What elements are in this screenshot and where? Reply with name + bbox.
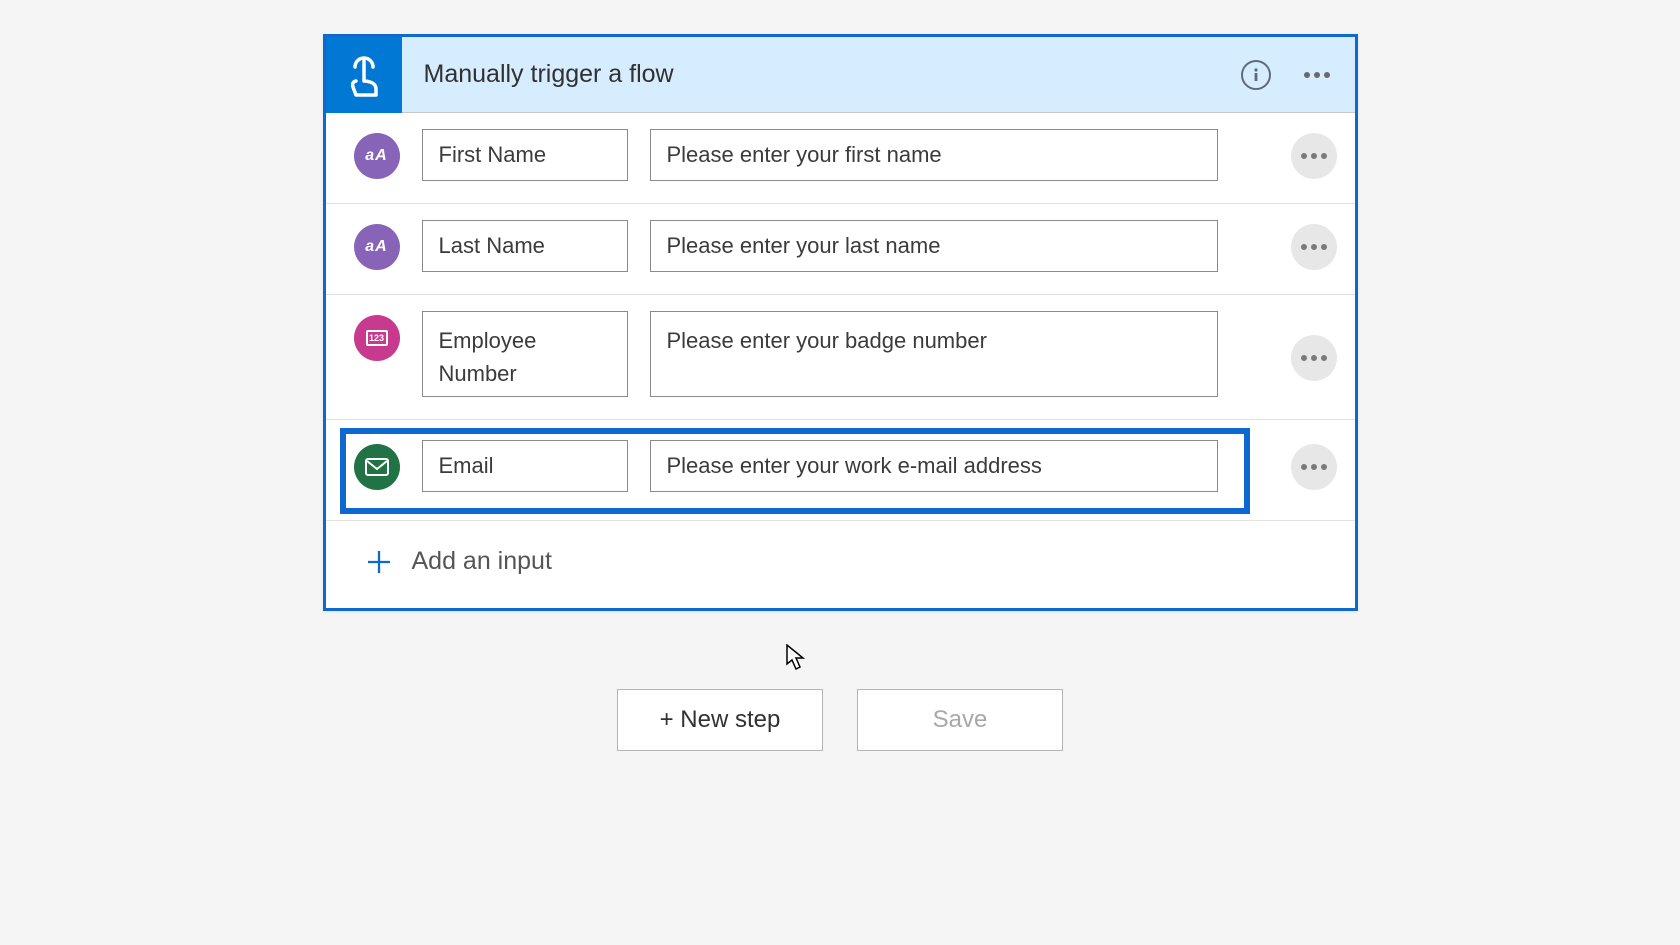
input-name-field[interactable]: [422, 129, 628, 181]
trigger-header[interactable]: Manually trigger a flow: [326, 37, 1355, 113]
info-icon[interactable]: [1241, 60, 1271, 90]
text-type-icon: aA: [354, 224, 400, 270]
text-type-icon: aA: [354, 133, 400, 179]
touch-icon: [342, 51, 386, 99]
input-name-field[interactable]: [422, 440, 628, 492]
input-more-icon[interactable]: [1291, 133, 1337, 179]
add-input-button[interactable]: Add an input: [326, 521, 1355, 608]
save-button[interactable]: Save: [857, 689, 1063, 751]
input-more-icon[interactable]: [1291, 224, 1337, 270]
input-row-email: [326, 420, 1355, 521]
input-more-icon[interactable]: [1291, 444, 1337, 490]
trigger-title: Manually trigger a flow: [402, 60, 1241, 89]
input-prompt-field[interactable]: Please enter your badge number: [650, 311, 1218, 397]
input-row-last-name: aA: [326, 204, 1355, 295]
email-type-icon: [354, 444, 400, 490]
input-name-field[interactable]: Employee Number: [422, 311, 628, 397]
plus-icon: [366, 549, 392, 575]
trigger-connector-icon-box: [326, 37, 402, 113]
input-name-field[interactable]: [422, 220, 628, 272]
input-row-employee-number: 123 Employee Number Please enter your ba…: [326, 295, 1355, 420]
input-prompt-field[interactable]: [650, 220, 1218, 272]
input-more-icon[interactable]: [1291, 335, 1337, 381]
new-step-button[interactable]: + New step: [617, 689, 823, 751]
input-prompt-field[interactable]: [650, 440, 1218, 492]
trigger-card: Manually trigger a flow aA aA: [323, 34, 1358, 611]
input-row-first-name: aA: [326, 113, 1355, 204]
input-prompt-field[interactable]: [650, 129, 1218, 181]
trigger-more-icon[interactable]: [1299, 57, 1335, 93]
add-input-label: Add an input: [412, 547, 552, 576]
number-type-icon: 123: [354, 315, 400, 361]
